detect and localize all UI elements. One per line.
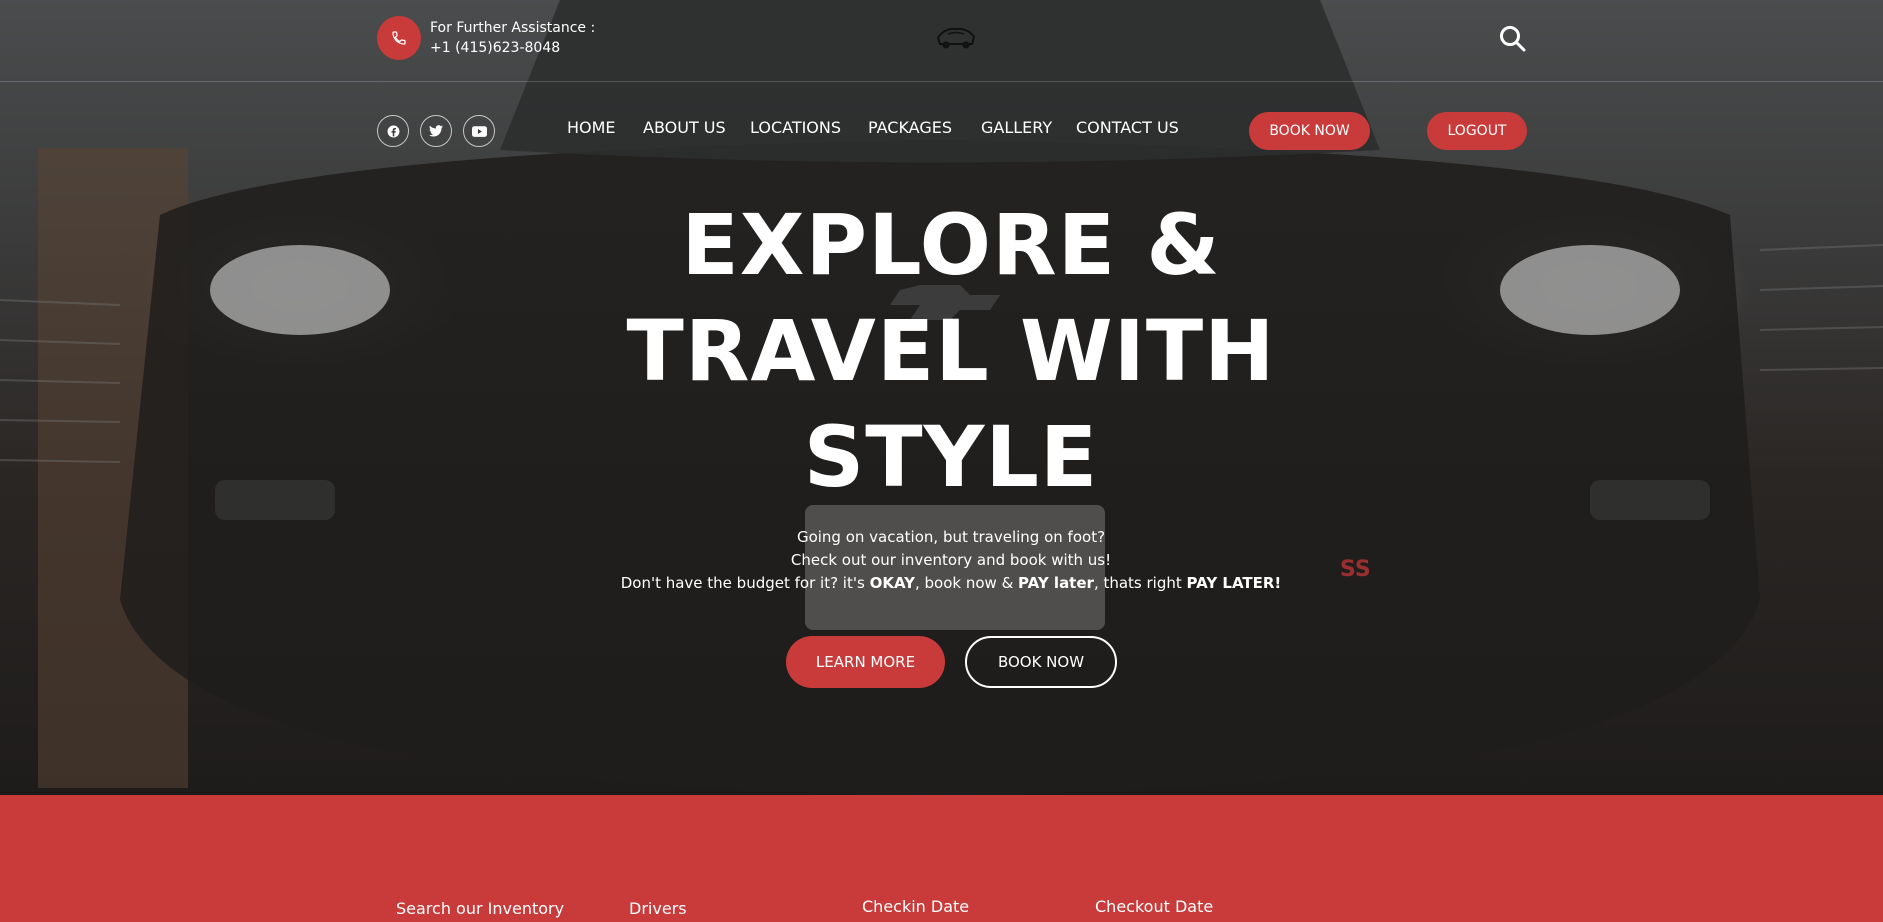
subtext-line-3: Don't have the budget for it? it's OKAY,…: [541, 572, 1361, 595]
nav-about-us[interactable]: ABOUT US: [643, 118, 726, 137]
booking-form-section: Search our Inventory Drivers Checkin Dat…: [0, 795, 1883, 922]
label-search-inventory: Search our Inventory: [396, 899, 565, 918]
label-checkin-date: Checkin Date: [862, 897, 970, 916]
subtext-line-1: Going on vacation, but traveling on foot…: [796, 528, 1106, 546]
headline-line-3: STYLE: [803, 408, 1099, 506]
subtext-line-3-a: Don't have the budget for it? it's: [620, 574, 870, 592]
subtext-pay-later: PAY later: [1018, 574, 1094, 592]
nav-contact-us[interactable]: CONTACT US: [1076, 118, 1179, 137]
subtext-line-3-e: , thats right: [1093, 574, 1187, 592]
nav-locations[interactable]: LOCATIONS: [750, 118, 841, 137]
subtext-line-2: Check out our inventory and book with us…: [790, 551, 1112, 569]
nav-book-now-button[interactable]: BOOK NOW: [1249, 112, 1370, 150]
brand-logo[interactable]: [934, 22, 978, 52]
assistance-text: For Further Assistance : +1 (415)623-804…: [430, 18, 595, 58]
nav-home[interactable]: HOME: [567, 118, 616, 137]
subtext-okay: OKAY: [869, 574, 915, 592]
learn-more-button[interactable]: LEARN MORE: [786, 636, 945, 688]
search-icon[interactable]: [1498, 24, 1526, 52]
label-checkout-date: Checkout Date: [1095, 897, 1214, 916]
assistance-label: For Further Assistance :: [430, 20, 596, 36]
phone-button[interactable]: [377, 16, 421, 60]
main-nav: HOME ABOUT US LOCATIONS PACKAGES GALLERY…: [0, 118, 1883, 144]
phone-icon: [392, 31, 406, 45]
nav-gallery[interactable]: GALLERY: [981, 118, 1052, 137]
hero-book-now-button[interactable]: BOOK NOW: [965, 636, 1117, 688]
headline-line-2: TRAVEL WITH: [626, 302, 1276, 400]
top-bar: For Further Assistance : +1 (415)623-804…: [0, 0, 1883, 82]
subtext-line-3-c: , book now &: [914, 574, 1019, 592]
subtext-pay-later-caps: PAY LATER!: [1186, 574, 1282, 592]
logout-button[interactable]: LOGOUT: [1427, 112, 1527, 150]
label-drivers: Drivers: [629, 899, 687, 918]
phone-number[interactable]: +1 (415)623-8048: [430, 38, 595, 58]
nav-packages[interactable]: PACKAGES: [868, 118, 952, 137]
hero-subtext: Going on vacation, but traveling on foot…: [541, 526, 1361, 595]
headline-line-1: EXPLORE &: [681, 196, 1221, 294]
hero-headline: EXPLORE & TRAVEL WITH STYLE: [541, 192, 1361, 510]
